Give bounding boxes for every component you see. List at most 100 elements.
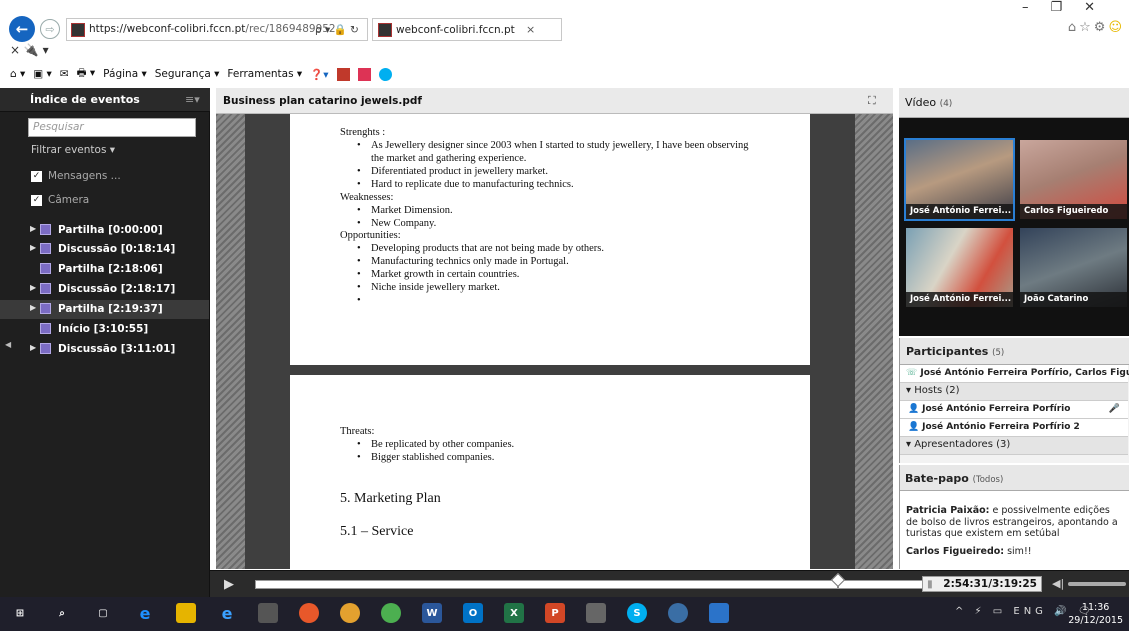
- minimize-icon[interactable]: –: [1022, 0, 1051, 15]
- feeds-icon[interactable]: ▣ ▾: [33, 68, 52, 80]
- expand-arrow-icon[interactable]: ▶: [30, 243, 36, 252]
- forward-button[interactable]: ⇨: [40, 19, 60, 39]
- extension-pink-icon[interactable]: [357, 67, 371, 81]
- video-tile[interactable]: João Catarino: [1018, 226, 1129, 309]
- extension-row[interactable]: × 🔌 ▾: [10, 43, 49, 57]
- help-icon[interactable]: ❓▾: [310, 68, 328, 81]
- panel-menu-button[interactable]: ≡▾: [185, 93, 200, 106]
- fullscreen-icon[interactable]: ⛶: [868, 94, 876, 108]
- skype-taskbar-icon[interactable]: S: [627, 603, 647, 623]
- close-icon[interactable]: ✕: [1084, 0, 1117, 15]
- skype-icon[interactable]: [378, 67, 392, 81]
- app-icon[interactable]: [258, 603, 278, 623]
- internet-explorer-icon[interactable]: e: [217, 603, 237, 623]
- address-controls[interactable]: ρ ▾ 🔒 ↻: [315, 23, 359, 36]
- print-icon[interactable]: 🖶 ▾: [77, 65, 96, 83]
- tab-close-button[interactable]: ×: [526, 23, 535, 36]
- filter-camera-checkbox[interactable]: ✓ Câmera: [31, 194, 89, 206]
- event-item-selected[interactable]: ▶ Partilha [2:19:37]: [0, 300, 209, 319]
- event-search-input[interactable]: Pesquisar: [28, 118, 196, 137]
- filter-messages-checkbox[interactable]: ✓ Mensagens ...: [31, 170, 121, 182]
- event-type-icon: [40, 263, 51, 274]
- bullet-item: Market Dimension.: [357, 205, 453, 216]
- host-user-icon: 👤: [908, 404, 920, 414]
- participants-count: (5): [992, 348, 1005, 358]
- host-user-icon: 👤: [908, 422, 920, 432]
- collapse-arrow-icon[interactable]: ▾: [906, 385, 911, 396]
- presenters-group[interactable]: ▾ Apresentadores (3): [900, 437, 1128, 455]
- photos-icon[interactable]: [709, 603, 729, 623]
- chrome-icon[interactable]: [381, 603, 401, 623]
- address-bar[interactable]: https://webconf-colibri.fccn.pt/rec/1869…: [66, 18, 368, 41]
- video-tile[interactable]: José António Ferrei...: [904, 138, 1015, 221]
- edge-icon[interactable]: e: [135, 603, 155, 623]
- filter-events-dropdown[interactable]: Filtrar eventos ▾: [31, 144, 115, 156]
- restore-icon[interactable]: ❐: [1050, 0, 1084, 15]
- event-label: Discussão [2:18:17]: [58, 283, 176, 295]
- event-item[interactable]: ▶ Partilha [0:00:00]: [0, 221, 209, 240]
- document-viewport[interactable]: Strenghts : As Jewellery designer since …: [216, 114, 893, 569]
- event-item[interactable]: ▶ Discussão [0:18:14]: [0, 240, 209, 259]
- expand-arrow-icon[interactable]: ▶: [30, 283, 36, 292]
- event-item[interactable]: Partilha [2:18:06]: [0, 260, 209, 279]
- collapse-handle-icon[interactable]: ◀: [5, 340, 11, 349]
- app-round-icon[interactable]: [340, 603, 360, 623]
- settings-gear-icon[interactable]: ⚙: [1094, 20, 1109, 35]
- app-icon[interactable]: [586, 603, 606, 623]
- task-view-icon[interactable]: ▢: [93, 603, 113, 623]
- checkmark-icon[interactable]: ✓: [31, 194, 42, 206]
- start-windows-icon[interactable]: ⊞: [10, 603, 30, 623]
- taskbar-clock[interactable]: 11:36 29/12/2015: [1068, 601, 1123, 627]
- word-icon[interactable]: W: [422, 603, 442, 623]
- back-button[interactable]: ←: [9, 16, 35, 42]
- collapse-arrow-icon[interactable]: ▾: [906, 439, 911, 450]
- expand-arrow-icon[interactable]: ▶: [30, 224, 36, 233]
- home-icon[interactable]: ⌂: [1068, 20, 1079, 35]
- event-item[interactable]: ▶ Discussão [3:11:01]: [0, 340, 209, 359]
- browser-tab[interactable]: webconf-colibri.fccn.pt ×: [372, 18, 562, 41]
- menu-ferramentas[interactable]: Ferramentas ▾: [227, 68, 302, 80]
- expand-arrow-icon[interactable]: ▶: [30, 303, 36, 312]
- seek-track[interactable]: [255, 580, 923, 589]
- address-url[interactable]: https://webconf-colibri.fccn.pt/rec/1869…: [89, 23, 336, 35]
- excel-icon[interactable]: X: [504, 603, 524, 623]
- smiley-icon[interactable]: ☺: [1108, 20, 1125, 35]
- file-explorer-icon[interactable]: [176, 603, 196, 623]
- play-button[interactable]: ▶: [224, 577, 234, 592]
- bullet-item: As Jewellery designer since 2003 when I …: [357, 140, 748, 151]
- chat-message: Patricia Paixão: e possivelmente edições…: [906, 505, 1124, 540]
- video-tile-name: Carlos Figueiredo: [1020, 204, 1127, 219]
- app-icon[interactable]: [668, 603, 688, 623]
- phone-participants-row[interactable]: ☏ José António Ferreira Porfírio, Carlos…: [900, 365, 1129, 383]
- menu-pagina[interactable]: Página ▾: [103, 68, 147, 80]
- volume-slider[interactable]: [1068, 582, 1126, 586]
- search-icon[interactable]: ⌕: [52, 603, 72, 623]
- participant-name: José António Ferreira Porfírio 2: [922, 422, 1080, 432]
- checkmark-icon[interactable]: ✓: [31, 170, 42, 182]
- firefox-icon[interactable]: [299, 603, 319, 623]
- browser-toolbar-right[interactable]: ⌂☆⚙☺: [1068, 20, 1125, 35]
- expand-arrow-icon[interactable]: ▶: [30, 343, 36, 352]
- hosts-group[interactable]: ▾ Hosts (2): [900, 383, 1128, 401]
- favorites-star-icon[interactable]: ☆: [1079, 20, 1094, 35]
- bullet-item: Manufacturing technics only made in Port…: [357, 256, 569, 267]
- event-item[interactable]: Início [3:10:55]: [0, 320, 209, 339]
- volume-icon[interactable]: ◀|: [1052, 577, 1064, 590]
- url-host: https://webconf-colibri.fccn.pt: [89, 23, 246, 35]
- event-item[interactable]: ▶ Discussão [2:18:17]: [0, 280, 209, 299]
- participants-header: Participantes (5): [900, 338, 1129, 365]
- chat-header: Bate-papo (Todos): [900, 465, 1129, 491]
- participant-row[interactable]: 👤 José António Ferreira Porfírio 🎤: [900, 401, 1128, 419]
- menu-seguranca[interactable]: Segurança ▾: [155, 68, 220, 80]
- video-tile[interactable]: José António Ferrei...: [904, 226, 1015, 309]
- extension-red-icon[interactable]: [336, 67, 350, 81]
- mail-icon[interactable]: ✉: [60, 68, 69, 80]
- powerpoint-icon[interactable]: P: [545, 603, 565, 623]
- outlook-icon[interactable]: O: [463, 603, 483, 623]
- event-label: Partilha [0:00:00]: [58, 224, 163, 236]
- participant-row[interactable]: 👤 José António Ferreira Porfírio 2: [900, 419, 1128, 437]
- window-controls[interactable]: –❐✕: [1022, 0, 1117, 15]
- video-tile[interactable]: Carlos Figueiredo: [1018, 138, 1129, 221]
- home-menu-icon[interactable]: ⌂ ▾: [10, 68, 25, 80]
- event-label: Início [3:10:55]: [58, 323, 149, 335]
